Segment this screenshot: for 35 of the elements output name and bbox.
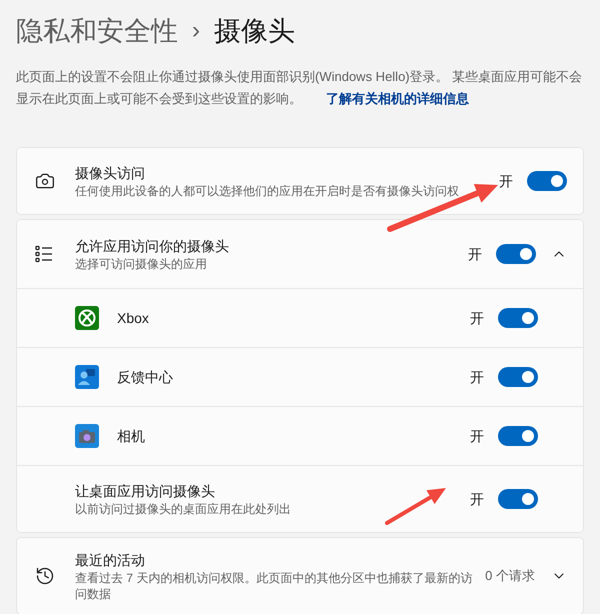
toggle-switch[interactable]	[498, 367, 538, 387]
camera-icon	[75, 424, 99, 448]
setting-title: 最近的活动	[75, 550, 146, 570]
state-label: 开	[499, 172, 513, 190]
state-label: 开	[468, 244, 482, 264]
xbox-icon	[75, 306, 99, 330]
learn-more-link[interactable]: 了解有关相机的详细信息	[326, 91, 469, 106]
app-name: 相机	[117, 426, 146, 446]
request-count: 0 个请求	[485, 567, 535, 586]
app-name: 反馈中心	[117, 368, 174, 386]
breadcrumb-separator: ›	[192, 16, 200, 46]
toggle-switch[interactable]	[527, 171, 567, 191]
history-icon	[35, 566, 55, 586]
state-label: 开	[470, 490, 484, 508]
setting-description: 任何使用此设备的人都可以选择他们的应用在开启时是否有摄像头访问权	[75, 182, 460, 198]
list-icon	[35, 245, 53, 263]
state-label: 开	[470, 368, 484, 386]
state-label: 开	[470, 426, 484, 446]
description-text: 此页面上的设置不会阻止你通过摄像头使用面部识别(Windows Hello)登录。 某些桌面应用可能不会显示在此页面上或可能不会受到这些设置的影响。 了解有关相机的详细信息	[16, 68, 584, 108]
setting-title: 让桌面应用访问摄像头	[75, 482, 216, 500]
state-label: 开	[470, 308, 484, 328]
setting-title: 摄像头访问	[75, 164, 146, 182]
toggle-switch[interactable]	[498, 308, 538, 328]
camera-icon	[35, 171, 55, 191]
toggle-switch[interactable]	[496, 244, 536, 264]
person-icon	[75, 365, 99, 389]
page-title: 摄像头	[214, 14, 295, 48]
toggle-switch[interactable]	[498, 489, 538, 509]
app-name: Xbox	[117, 308, 150, 328]
breadcrumb-link[interactable]: 隐私和安全性	[16, 10, 178, 52]
setting-title: 允许应用访问你的摄像头	[75, 236, 230, 256]
setting-description: 选择可访问摄像头的应用	[75, 256, 208, 272]
setting-description: 查看过去 7 天内的相机访问权限。此页面中的其他分区中也捕获了最新的访问数据	[75, 570, 474, 602]
setting-description: 以前访问过摄像头的桌面应用在此处列出	[75, 500, 292, 516]
toggle-switch[interactable]	[498, 426, 538, 446]
